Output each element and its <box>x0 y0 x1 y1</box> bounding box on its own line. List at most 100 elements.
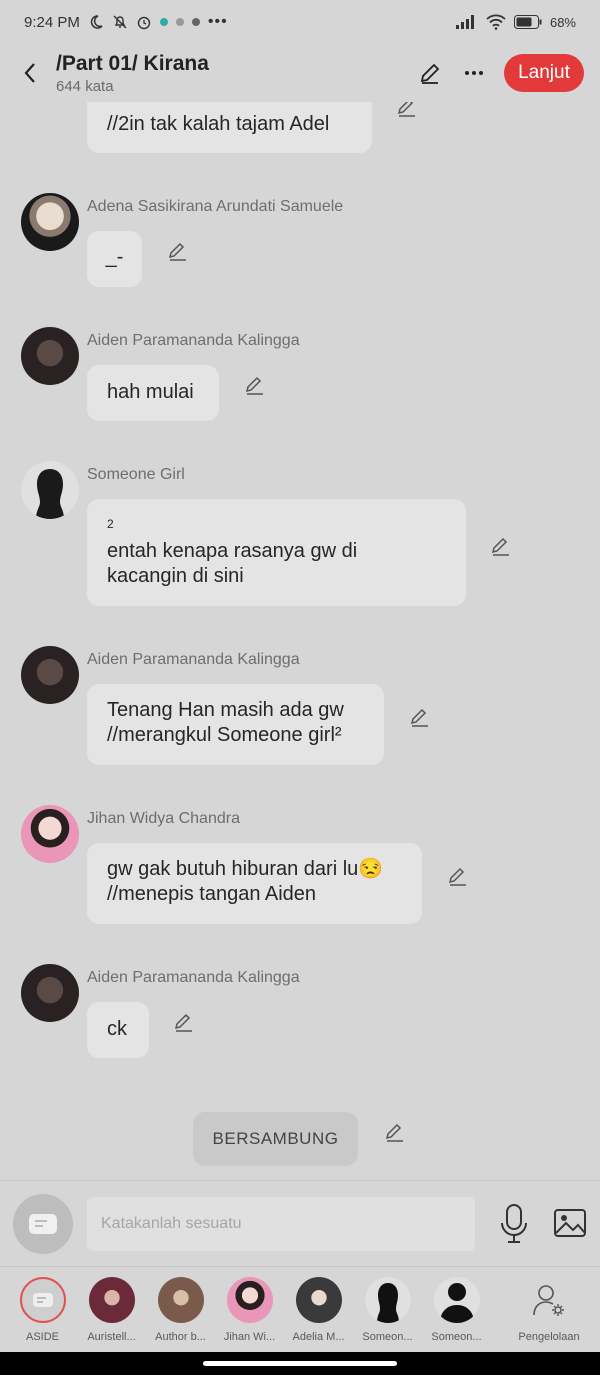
message-text-line-2: //menepis tangan Aiden <box>107 883 317 905</box>
message-text-line-1: entah kenapa rasanya gw di <box>107 540 358 562</box>
avatar[interactable] <box>21 805 79 863</box>
input-bar <box>0 1180 600 1266</box>
word-count: 644 kata <box>56 77 114 95</box>
sender-name: Aiden Paramananda Kalingga <box>87 332 300 349</box>
chat-bubble[interactable]: //2in tak kalah tajam Adel <box>87 102 372 153</box>
edit-button[interactable] <box>416 59 444 87</box>
character-label: ASIDE <box>25 1331 59 1343</box>
avatar[interactable] <box>21 964 79 1022</box>
character-selector: ASIDE Auristell... Author b... Jihan Wi.… <box>0 1266 600 1352</box>
character-label: Someon... <box>431 1331 482 1343</box>
app-notification-icon <box>159 18 168 26</box>
battery-icon <box>513 15 542 29</box>
silhouette-icon <box>376 1283 399 1323</box>
message-input[interactable] <box>87 1197 475 1251</box>
aside-toggle-button[interactable] <box>13 1194 73 1254</box>
moon-icon <box>90 15 103 29</box>
sender-name: Jihan Widya Chandra <box>87 810 240 827</box>
more-notifications-icon: ••• <box>207 13 228 30</box>
status-time: 9:24 PM <box>24 13 80 31</box>
character-item[interactable]: Someon... <box>353 1267 422 1352</box>
edit-message-icon[interactable] <box>447 865 469 887</box>
edit-message-icon[interactable] <box>384 1121 406 1143</box>
person-settings-icon <box>533 1285 564 1316</box>
character-aside[interactable]: ASIDE <box>8 1267 77 1352</box>
edit-message-icon[interactable] <box>244 374 266 396</box>
more-options-button[interactable] <box>460 59 488 87</box>
chat-bubble[interactable]: ck <box>87 1002 149 1058</box>
message-text-line-1: Tenang Han masih ada gw <box>107 699 344 721</box>
pencil-icon <box>420 63 440 84</box>
superscript-number: 2 <box>107 517 114 531</box>
character-item[interactable]: Auristell... <box>77 1267 146 1352</box>
character-label: Jihan Wi... <box>223 1331 276 1343</box>
character-avatar <box>157 1277 204 1323</box>
character-avatar <box>88 1277 135 1323</box>
image-icon[interactable] <box>552 1205 588 1241</box>
edit-message-icon[interactable] <box>396 102 418 118</box>
message-text-line-2: kacangin di sini <box>107 565 244 587</box>
character-item[interactable]: Someon... <box>422 1267 491 1352</box>
silhouette-icon <box>36 469 64 519</box>
chat-area[interactable]: //2in tak kalah tajam Adel Adena Sasikir… <box>0 102 600 1180</box>
edit-message-icon[interactable] <box>409 706 431 728</box>
app-header: /Part 01/ Kirana 644 kata Lanjut <box>0 44 600 102</box>
message-text-line-2: //merangkul Someone girl² <box>107 724 342 746</box>
back-button[interactable] <box>16 53 44 93</box>
character-label: Auristell... <box>87 1331 136 1343</box>
chat-bubble[interactable]: Tenang Han masih ada gw //merangkul Some… <box>87 684 384 765</box>
edit-message-icon[interactable] <box>173 1011 195 1033</box>
chat-bubble[interactable]: gw gak butuh hiburan dari lu😒 //menepis … <box>87 843 422 924</box>
edit-message-icon[interactable] <box>490 535 512 557</box>
avatar[interactable] <box>21 327 79 385</box>
character-label: Adelia M... <box>292 1331 345 1343</box>
manage-characters-button[interactable]: Pengelolaan <box>506 1267 592 1352</box>
chat-bubble[interactable]: 2 entah kenapa rasanya gw di kacangin di… <box>87 499 466 606</box>
back-arrow-icon <box>24 63 35 83</box>
signal-icon <box>455 15 474 29</box>
wifi-icon <box>486 14 506 30</box>
character-item[interactable]: Author b... <box>146 1267 215 1352</box>
avatar[interactable] <box>21 461 79 519</box>
status-bar: 9:24 PM ••• 68% <box>0 0 600 44</box>
message-text-line-1: gw gak butuh hiburan dari lu😒 <box>107 858 384 880</box>
character-avatar <box>226 1277 273 1323</box>
edit-message-icon[interactable] <box>167 240 189 262</box>
home-indicator[interactable] <box>203 1361 397 1366</box>
message-bubble-icon <box>32 1293 53 1307</box>
message-text: ck <box>107 1018 127 1040</box>
sender-name: Aiden Paramananda Kalingga <box>87 651 300 668</box>
app-notification-icon-2 <box>175 18 184 26</box>
character-item[interactable]: Jihan Wi... <box>215 1267 284 1352</box>
page-title: /Part 01/ Kirana <box>56 51 209 75</box>
sender-name: Aiden Paramananda Kalingga <box>87 969 300 986</box>
narration-bubble[interactable]: BERSAMBUNG <box>193 1112 358 1166</box>
message-bubble-icon <box>29 1214 57 1234</box>
message-text: hah mulai <box>107 381 194 403</box>
system-nav-bar <box>0 1352 600 1375</box>
character-label: Author b... <box>155 1331 206 1343</box>
character-avatar <box>295 1277 342 1323</box>
microphone-icon[interactable] <box>497 1203 531 1245</box>
alarm-icon <box>137 16 151 30</box>
battery-level: 68% <box>549 14 576 30</box>
silhouette-icon <box>439 1283 474 1323</box>
message-text: //2in tak kalah tajam Adel <box>107 113 330 135</box>
character-avatar <box>433 1277 480 1323</box>
continue-button[interactable]: Lanjut <box>504 54 584 92</box>
app-notification-icon-3 <box>191 18 200 26</box>
chat-bubble[interactable]: hah mulai <box>87 365 219 421</box>
avatar[interactable] <box>21 193 79 251</box>
more-dots-icon <box>465 71 483 75</box>
mute-bell-icon <box>113 15 127 29</box>
character-avatar <box>19 1277 66 1323</box>
sender-name: Someone Girl <box>87 466 185 483</box>
manage-avatar <box>526 1277 572 1323</box>
sender-name: Adena Sasikirana Arundati Samuele <box>87 198 344 215</box>
character-label: Someon... <box>362 1331 413 1343</box>
avatar[interactable] <box>21 646 79 704</box>
manage-label: Pengelolaan <box>518 1331 580 1343</box>
character-item[interactable]: Adelia M... <box>284 1267 353 1352</box>
message-text: _- <box>105 246 124 268</box>
chat-bubble[interactable]: _- <box>87 231 142 287</box>
